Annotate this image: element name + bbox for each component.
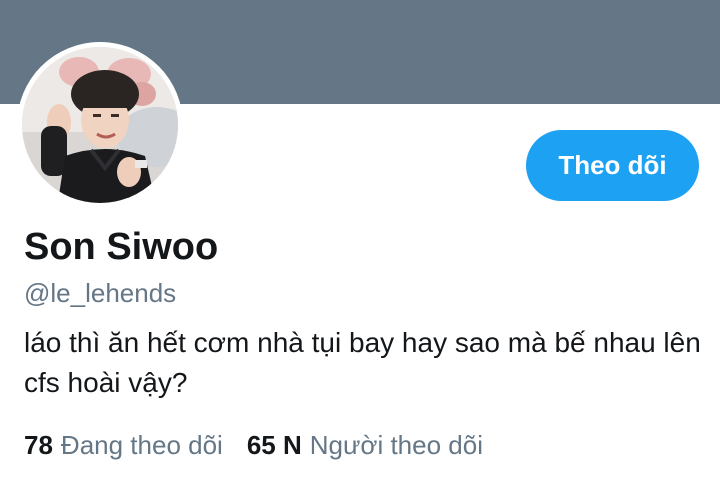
following-label: Đang theo dõi (60, 430, 223, 460)
profile-stats: 78 Đang theo dõi 65 N Người theo dõi (24, 430, 483, 461)
followers-stat-link[interactable]: 65 N Người theo dõi (247, 430, 483, 461)
profile-page: Theo dõi Son Siwoo @le_lehends láo thì ă… (0, 0, 720, 495)
profile-bio: láo thì ăn hết cơm nhà tụi bay hay sao m… (24, 327, 701, 398)
followers-count: 65 N (246, 430, 302, 460)
followers-label: Người theo dõi (309, 430, 483, 460)
profile-display-name: Son Siwoo (24, 226, 219, 268)
follow-button[interactable]: Theo dõi (526, 130, 699, 201)
avatar-photo-icon (17, 42, 183, 208)
following-stat-link[interactable]: 78 Đang theo dõi (24, 430, 223, 461)
following-count: 78 (24, 430, 53, 460)
profile-handle: @le_lehends (24, 278, 177, 308)
profile-avatar[interactable] (17, 42, 183, 208)
